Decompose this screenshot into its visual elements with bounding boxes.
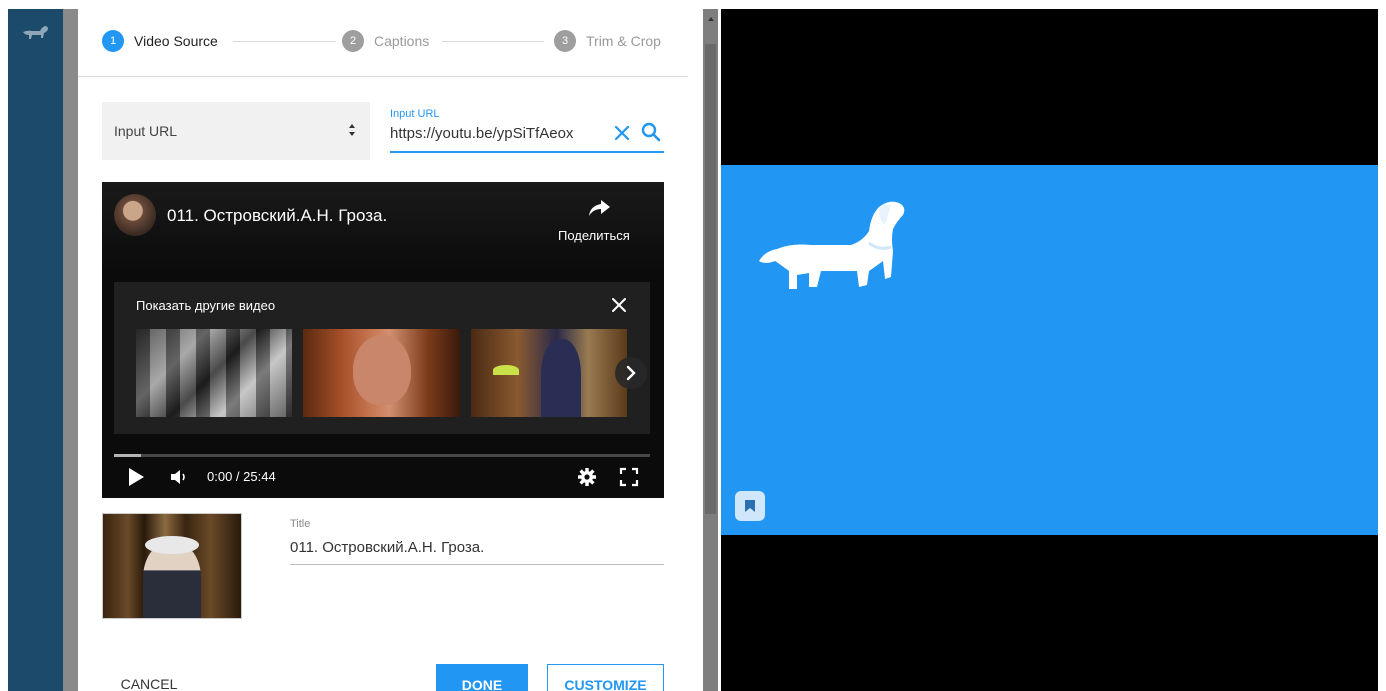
dog-logo-icon <box>759 201 905 289</box>
video-thumbnail[interactable] <box>102 513 242 619</box>
video-player[interactable]: 011. Островский.А.Н. Гроза. Поделиться П… <box>102 182 664 498</box>
url-field-label: Input URL <box>390 108 440 120</box>
more-videos-overlay: Показать другие видео <box>114 282 650 434</box>
step-number: 2 <box>342 30 364 52</box>
share-label[interactable]: Поделиться <box>558 228 630 243</box>
channel-avatar[interactable] <box>114 194 156 236</box>
play-icon[interactable] <box>126 466 146 488</box>
clear-icon[interactable] <box>612 123 632 143</box>
bookmark-button[interactable] <box>735 491 765 521</box>
panel-gutter <box>63 9 78 691</box>
step-label: Captions <box>374 33 430 49</box>
scroll-up-arrow[interactable] <box>708 17 714 21</box>
url-field[interactable]: Input URL https://youtu.be/ypSiTfAeox <box>390 105 664 153</box>
suggested-video-thumbnail[interactable] <box>136 329 292 417</box>
suggested-video-thumbnail[interactable] <box>471 329 627 417</box>
progress-fill <box>114 454 141 457</box>
close-icon[interactable] <box>610 296 628 314</box>
step-number: 3 <box>554 30 576 52</box>
title-input[interactable]: 011. Островский.А.Н. Гроза. <box>290 539 484 556</box>
url-input[interactable]: https://youtu.be/ypSiTfAeox <box>390 125 608 142</box>
step-label: Trim & Crop <box>586 33 661 49</box>
app-root: 1 Video Source 2 Captions 3 Trim & Crop … <box>0 0 1386 691</box>
video-title[interactable]: 011. Островский.А.Н. Гроза. <box>167 206 387 226</box>
search-icon[interactable] <box>640 121 662 143</box>
share-icon[interactable] <box>586 198 612 218</box>
progress-bar[interactable] <box>114 454 650 457</box>
customize-button[interactable]: CUSTOMIZE <box>547 664 664 691</box>
step-trim-crop[interactable]: 3 Trim & Crop <box>554 29 661 53</box>
panel-scrollbar[interactable] <box>703 9 718 691</box>
title-field[interactable]: Title 011. Островский.А.Н. Гроза. <box>290 515 664 565</box>
scrollbar-thumb[interactable] <box>705 44 716 514</box>
step-captions[interactable]: 2 Captions <box>342 29 429 53</box>
next-videos-button[interactable] <box>615 357 647 389</box>
cancel-button[interactable]: CANCEL <box>114 671 184 691</box>
sidebar <box>8 9 63 691</box>
title-field-label: Title <box>290 518 311 530</box>
bookmark-icon <box>745 500 755 512</box>
dog-logo-icon[interactable] <box>20 23 50 43</box>
step-number: 1 <box>102 30 124 52</box>
step-connector <box>233 41 336 42</box>
stepper: 1 Video Source 2 Captions 3 Trim & Crop <box>78 9 688 77</box>
done-button[interactable]: DONE <box>436 664 528 691</box>
settings-icon[interactable] <box>576 466 598 488</box>
video-source-panel: 1 Video Source 2 Captions 3 Trim & Crop … <box>78 9 688 691</box>
chevron-right-icon <box>626 365 636 381</box>
preview-banner <box>721 165 1378 535</box>
more-videos-title: Показать другие видео <box>136 298 276 313</box>
fullscreen-icon[interactable] <box>618 466 640 488</box>
volume-icon[interactable] <box>168 467 190 487</box>
suggested-video-thumbnail[interactable] <box>303 329 460 417</box>
preview-pane <box>721 9 1378 691</box>
source-type-value: Input URL <box>114 123 178 139</box>
player-top-gradient <box>102 182 664 272</box>
step-video-source[interactable]: 1 Video Source <box>102 29 218 53</box>
source-type-select[interactable]: Input URL <box>102 102 370 160</box>
sort-arrows-icon <box>349 124 355 136</box>
step-connector <box>442 41 544 42</box>
time-display: 0:00 / 25:44 <box>207 469 276 484</box>
step-label: Video Source <box>134 33 218 49</box>
